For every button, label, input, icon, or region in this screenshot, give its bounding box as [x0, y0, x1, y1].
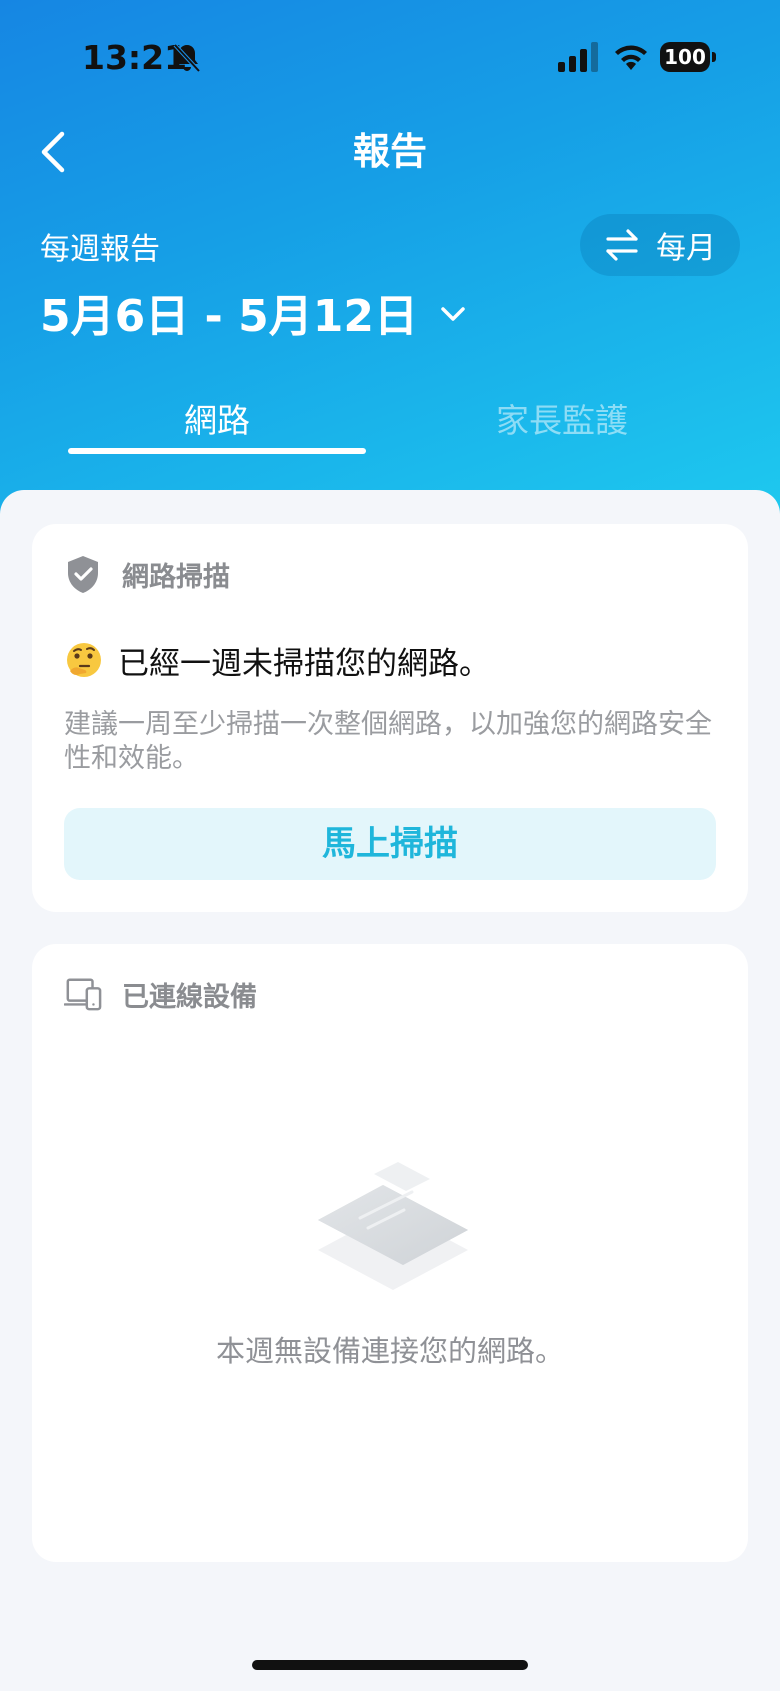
home-indicator[interactable]: [252, 1660, 528, 1670]
devices-card-title: 已連線設備: [122, 981, 257, 1013]
date-range-selector[interactable]: 5月6日 - 5月12日: [40, 280, 468, 344]
scan-status: 已經一週未掃描您的網路。: [64, 638, 490, 683]
shield-check-icon: [68, 556, 98, 593]
date-range-text: 5月6日 - 5月12日: [40, 291, 418, 342]
battery-level: 100: [660, 42, 710, 72]
monthly-toggle-button[interactable]: 每月: [580, 214, 740, 276]
connected-devices-card: 已連線設備 本週無設備連接您的網路。: [32, 944, 748, 1562]
empty-state-illustration: [318, 1162, 468, 1290]
empty-state-message: 本週無設備連接您的網路。: [215, 1334, 564, 1368]
bell-slash-icon: [173, 43, 201, 73]
battery-tip: [712, 52, 716, 62]
scan-card-title: 網路掃描: [122, 561, 230, 593]
chevron-down-icon: [441, 307, 465, 321]
cellular-signal-icon: [558, 42, 598, 72]
scan-card-header: 網路掃描: [64, 554, 230, 594]
swap-arrows-icon: [606, 229, 638, 261]
thinking-face-emoji: [67, 642, 101, 677]
tab-network[interactable]: 網路: [68, 396, 366, 446]
devices-icon: [64, 978, 102, 1011]
monthly-toggle-label: 每月: [656, 231, 716, 266]
page-title: 報告: [353, 130, 427, 173]
scan-description: 建議一周至少掃描一次整個網路，以加強您的網路安全性和效能。: [64, 709, 712, 774]
active-tab-indicator: [68, 448, 366, 454]
report-header: 13:21 100 報告 每週報告 5月6日 - 5月12日 每月 網路 家長監…: [0, 0, 780, 520]
battery-indicator: 100: [660, 42, 716, 72]
network-scan-card: 網路掃描 已經一週未掃描您的網路。 建議一周至少掃描一次整個網路，以加強您的網路…: [32, 524, 748, 912]
status-bar: 13:21 100: [0, 0, 780, 120]
scan-now-button[interactable]: 馬上掃描: [64, 808, 716, 880]
wifi-icon: [615, 45, 647, 70]
scan-status-message: 已經一週未掃描您的網路。: [118, 646, 490, 682]
devices-card-header: 已連線設備: [64, 974, 257, 1014]
period-label: 每週報告: [40, 232, 160, 267]
tab-parental-control[interactable]: 家長監護: [412, 396, 712, 446]
